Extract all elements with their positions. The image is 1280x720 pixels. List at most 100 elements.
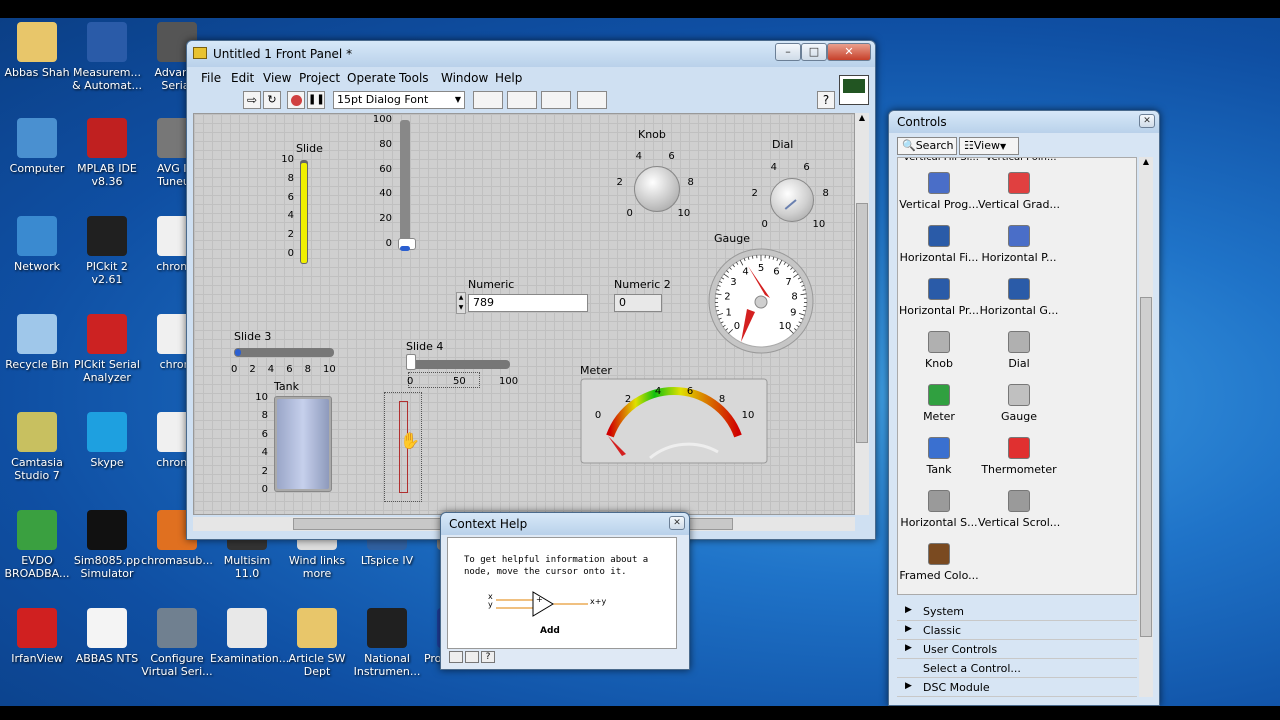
desktop-icon[interactable]: Computer <box>0 118 74 175</box>
minimize-button[interactable]: – <box>775 43 801 61</box>
numeric-input[interactable]: 789 <box>468 294 588 312</box>
desktop-icon[interactable]: Camtasia Studio 7 <box>0 412 74 482</box>
slide-track[interactable] <box>300 160 308 264</box>
slide4-thumb[interactable] <box>406 354 416 370</box>
palette-item[interactable]: Horizontal Pr... <box>898 278 980 317</box>
palette-item[interactable]: Vertical Grad... <box>978 172 1060 211</box>
palette-item[interactable]: Horizontal P... <box>978 225 1060 264</box>
dial[interactable] <box>770 178 814 222</box>
menu-view[interactable]: View <box>263 71 291 85</box>
desktop-icon-label: LTspice IV <box>360 554 414 567</box>
palette-category[interactable]: ▶ User Controls <box>897 641 1137 659</box>
desktop-icon[interactable]: National Instrumen... <box>350 608 424 678</box>
palette-scroll-up-icon[interactable]: ▲ <box>1139 157 1153 166</box>
palette-item[interactable]: Thermometer <box>978 437 1060 476</box>
desktop-icon[interactable]: PICkit Serial Analyzer <box>70 314 144 384</box>
palette-item[interactable]: Tank <box>898 437 980 476</box>
palette-item[interactable]: Horizontal G... <box>978 278 1060 317</box>
thermometer-placeholder[interactable]: ✋ <box>384 392 422 502</box>
palette-category[interactable]: ▶ System <box>897 603 1137 621</box>
palette-item[interactable]: Vertical Prog... <box>898 172 980 211</box>
slide3-track[interactable] <box>234 348 334 357</box>
palette-category-label: DSC Module <box>923 681 990 694</box>
controls-close-button[interactable]: ✕ <box>1139 114 1155 128</box>
desktop-icon[interactable]: Network <box>0 216 74 273</box>
palette-item-partial[interactable]: Vertical Fill Sl... <box>902 158 980 163</box>
desktop-icon[interactable]: PICkit 2 v2.61 <box>70 216 144 286</box>
scroll-up-arrow-icon[interactable]: ▲ <box>855 113 869 122</box>
question-icon[interactable]: ? <box>481 651 495 663</box>
distribute-objects-icon[interactable] <box>507 91 537 109</box>
palette-item-label: Horizontal S... <box>900 516 978 529</box>
palette-view-button[interactable]: ☷View▼ <box>959 137 1019 155</box>
scroll-thumb[interactable] <box>856 203 868 443</box>
close-button[interactable]: ✕ <box>827 43 871 61</box>
palette-scroll-thumb[interactable] <box>1140 297 1152 637</box>
pause-icon[interactable]: ❚❚ <box>307 91 325 109</box>
desktop-icon[interactable]: EVDO BROADBA... <box>0 510 74 580</box>
palette-item[interactable]: Dial <box>978 331 1060 370</box>
desktop-icon-label: PICkit 2 v2.61 <box>86 260 128 286</box>
palette-item[interactable]: Framed Colo... <box>898 543 980 582</box>
detailed-help-icon[interactable] <box>465 651 479 663</box>
desktop-icon[interactable]: Skype <box>70 412 144 469</box>
menu-edit[interactable]: Edit <box>231 71 254 85</box>
desktop-icon[interactable]: Measurem... & Automat... <box>70 22 144 92</box>
controls-titlebar[interactable]: Controls ✕ <box>889 111 1159 133</box>
context-help-button[interactable]: ? <box>817 91 835 109</box>
palette-item[interactable]: Knob <box>898 331 980 370</box>
desktop-icon[interactable]: Configure Virtual Seri... <box>140 608 214 678</box>
slide4-track[interactable] <box>410 360 510 369</box>
align-objects-icon[interactable] <box>473 91 503 109</box>
desktop-icon[interactable]: Article SW Dept <box>280 608 354 678</box>
font-select[interactable]: 15pt Dialog Font ▼ <box>333 91 465 109</box>
menu-project[interactable]: Project <box>299 71 340 85</box>
palette-search-button[interactable]: 🔍Search <box>897 137 957 155</box>
desktop-icon[interactable]: ABBAS NTS <box>70 608 144 665</box>
palette-item[interactable]: Horizontal Fi... <box>898 225 980 264</box>
menu-operate[interactable]: Operate <box>347 71 396 85</box>
menu-file[interactable]: File <box>201 71 221 85</box>
palette-item[interactable]: Horizontal S... <box>898 490 980 529</box>
menu-help[interactable]: Help <box>495 71 522 85</box>
gauge-tick-mark <box>751 255 754 259</box>
numeric-increment[interactable]: ▲ ▼ <box>456 292 466 314</box>
resize-objects-icon[interactable] <box>541 91 571 109</box>
desktop-icon[interactable]: Examination... <box>210 608 289 665</box>
palette-item[interactable]: Meter <box>898 384 980 423</box>
palette-category[interactable]: Select a Control... <box>897 660 1137 678</box>
maximize-button[interactable]: □ <box>801 43 827 61</box>
menu-window[interactable]: Window <box>441 71 488 85</box>
desktop-icon[interactable]: Abbas Shah <box>0 22 74 79</box>
context-help-titlebar[interactable]: Context Help ✕ <box>441 513 689 535</box>
knob[interactable] <box>634 166 680 212</box>
context-help-close-button[interactable]: ✕ <box>669 516 685 530</box>
palette-category[interactable]: ▶ Classic <box>897 622 1137 640</box>
abort-icon[interactable] <box>287 91 305 109</box>
desktop-icon-label: EVDO BROADBA... <box>4 554 70 580</box>
desktop-icon[interactable]: Sim8085.pp Simulator <box>70 510 144 580</box>
palette-item-partial[interactable]: Vertical Poin... <box>982 158 1060 163</box>
front-panel-titlebar[interactable]: Untitled 1 Front Panel * – □ ✕ <box>187 41 875 67</box>
palette-category[interactable]: ▶ DSC Module <box>897 679 1137 697</box>
run-continuously-icon[interactable]: ↻ <box>263 91 281 109</box>
lock-icon[interactable] <box>449 651 463 663</box>
palette-item[interactable]: Vertical Scrol... <box>978 490 1060 529</box>
front-panel-canvas[interactable]: Slide 10 8 6 4 2 0 100 80 60 40 20 0 Knob 0 2 4 6 8 10 … <box>193 113 855 515</box>
vertical-scrollbar[interactable]: ▲ <box>855 113 869 515</box>
slide-fill <box>301 163 307 263</box>
gauge-tick-label: 9 <box>790 308 796 319</box>
desktop-icon[interactable]: IrfanView <box>0 608 74 665</box>
reorder-icon[interactable] <box>577 91 607 109</box>
desktop-icon-label: IrfanView <box>11 652 63 665</box>
desktop-icon[interactable]: Recycle Bin <box>0 314 74 371</box>
tank[interactable] <box>274 396 332 492</box>
run-arrow-icon[interactable]: ⇨ <box>243 91 261 109</box>
tick-label: 10 <box>323 364 336 375</box>
menu-tools[interactable]: Tools <box>399 71 429 85</box>
desktop-icon[interactable]: MPLAB IDE v8.36 <box>70 118 144 188</box>
palette-item[interactable]: Gauge <box>978 384 1060 423</box>
vslider-track[interactable] <box>400 120 410 250</box>
vi-icon[interactable] <box>839 75 869 105</box>
palette-scrollbar[interactable]: ▲ <box>1139 157 1153 697</box>
